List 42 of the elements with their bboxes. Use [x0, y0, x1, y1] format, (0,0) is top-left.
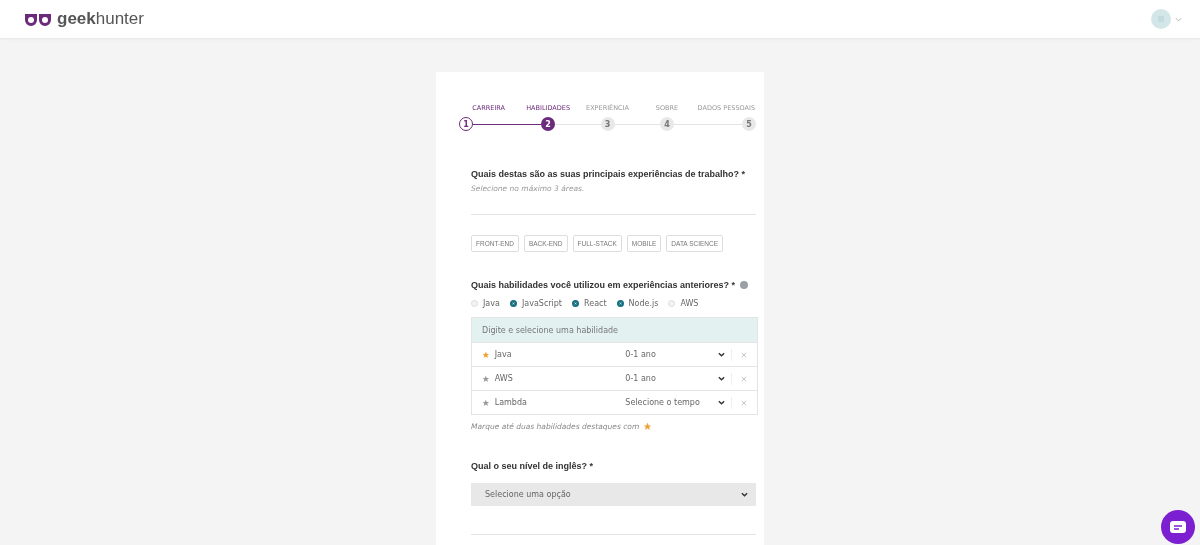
- step-number[interactable]: 1: [459, 117, 473, 131]
- time-select[interactable]: Selecione o tempo: [625, 398, 726, 407]
- chevron-down-icon: [718, 400, 726, 405]
- suggestion-label[interactable]: React: [584, 299, 607, 308]
- time-select[interactable]: 0-1 ano: [625, 374, 726, 383]
- close-icon[interactable]: [741, 375, 747, 382]
- chevron-down-icon: [718, 352, 726, 357]
- english-level-select[interactable]: Selecione uma opção: [471, 483, 756, 506]
- star-icon: [643, 422, 653, 431]
- step-number[interactable]: 2: [541, 117, 556, 131]
- skill-search-field[interactable]: Digite e selecione uma habilidade: [472, 318, 757, 342]
- chevron-down-icon: [741, 492, 748, 497]
- close-icon[interactable]: [741, 399, 747, 406]
- question-text: Qual o seu nível de inglês? *: [471, 461, 595, 471]
- suggestion-dot[interactable]: [572, 300, 579, 307]
- star-icon[interactable]: [482, 350, 490, 359]
- question-text: Quais habilidades você utilizou em experiências anteriores? *: [471, 280, 736, 290]
- step-number[interactable]: 4: [659, 117, 674, 131]
- star-icon[interactable]: [482, 374, 490, 383]
- chevron-down-icon: [718, 376, 726, 381]
- glasses-logo-icon[interactable]: [24, 11, 52, 27]
- chat-icon: [1170, 521, 1186, 533]
- caret-icon[interactable]: [1175, 16, 1182, 22]
- question-text: Quais destas são as suas principais experiências de trabalho? *: [471, 169, 747, 179]
- suggestion-dot[interactable]: [616, 300, 624, 307]
- info-icon[interactable]: [740, 281, 749, 289]
- skill-name: AWS: [494, 374, 514, 383]
- time-select[interactable]: 0-1 ano: [625, 350, 726, 359]
- chat-button[interactable]: [1161, 510, 1195, 544]
- logo-text[interactable]: geekhunter: [57, 9, 144, 29]
- star-icon[interactable]: [482, 398, 490, 407]
- skill-name: Lambda: [494, 398, 528, 407]
- suggestion-dot[interactable]: [509, 300, 517, 307]
- suggestion-label[interactable]: JavaScript: [521, 299, 562, 308]
- step-number[interactable]: 3: [600, 117, 615, 131]
- suggestion-label[interactable]: Java: [483, 299, 500, 308]
- close-icon[interactable]: [741, 351, 747, 358]
- step-number[interactable]: 5: [742, 117, 757, 131]
- suggestion-label[interactable]: Node.js: [628, 299, 659, 308]
- suggestion-label[interactable]: AWS: [680, 299, 699, 308]
- skill-name: Java: [494, 350, 513, 359]
- avatar-icon[interactable]: [1151, 9, 1171, 29]
